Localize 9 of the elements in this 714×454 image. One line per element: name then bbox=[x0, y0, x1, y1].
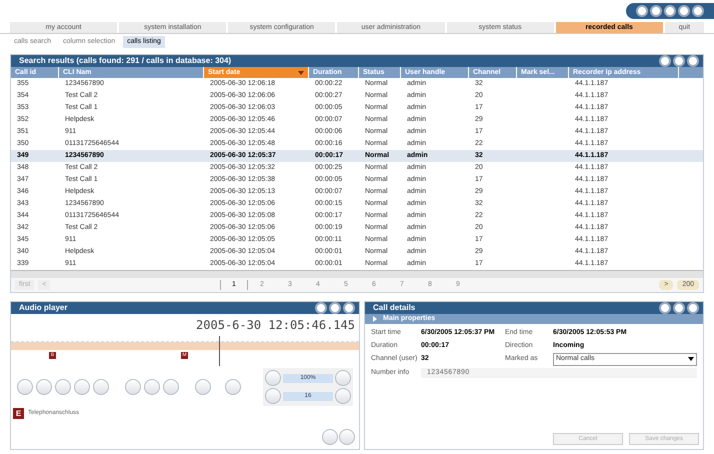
tag-badge: E bbox=[13, 408, 24, 419]
panel-title: Audio player bbox=[19, 302, 68, 314]
timestamp: 2005-6-30 12:05:46.145 bbox=[196, 317, 355, 334]
expand-arrow-icon bbox=[373, 316, 377, 322]
sort-arrow-icon bbox=[298, 70, 304, 74]
panel-title: Call details bbox=[373, 302, 416, 314]
horizontal-scrollbar[interactable] bbox=[11, 270, 703, 278]
panel-title: Search results (calls found: 291 / calls in database: 304) bbox=[19, 55, 232, 67]
dropdown-arrow-icon bbox=[688, 357, 694, 362]
